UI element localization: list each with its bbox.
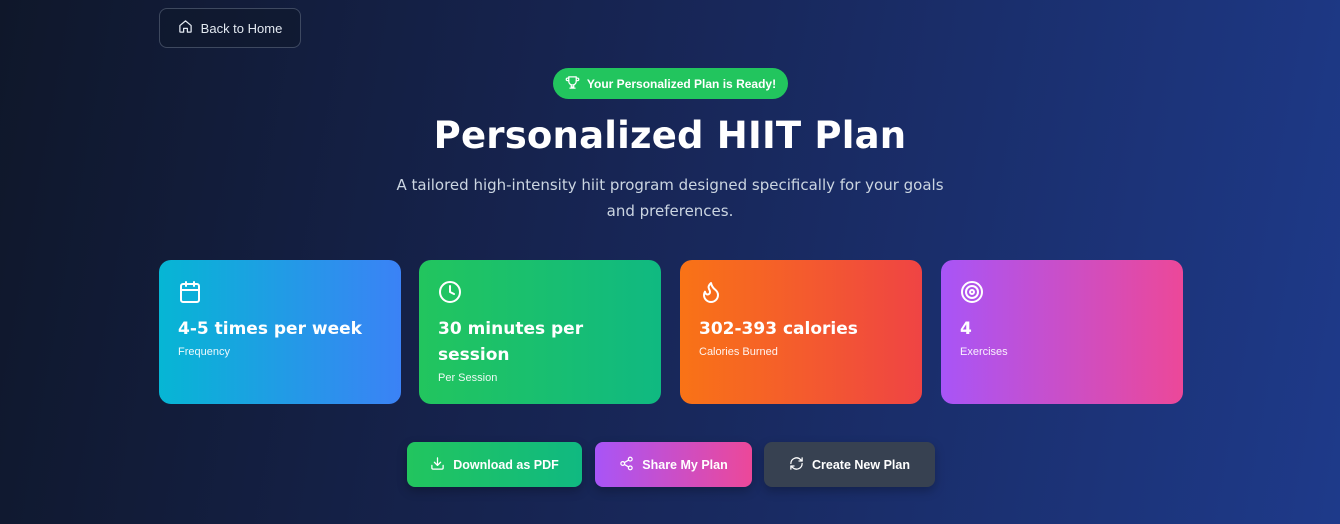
frequency-label: Frequency [178, 346, 230, 358]
frequency-value: 4-5 times per week [178, 319, 362, 339]
target-icon [960, 280, 984, 304]
session-value: 30 minutes per session [438, 319, 584, 365]
flame-icon [699, 280, 723, 304]
badge-label: Your Personalized Plan is Ready! [586, 76, 777, 91]
share-icon [619, 456, 634, 474]
calendar-icon [178, 280, 202, 304]
frequency-card: 4-5 times per week Frequency [159, 260, 401, 404]
home-icon [178, 19, 193, 37]
session-label: Per Session [438, 372, 498, 384]
clock-icon [438, 280, 462, 304]
exercises-value: 4 [960, 319, 972, 339]
download-pdf-button[interactable]: Download as PDF [407, 442, 582, 487]
back-to-home-label: Back to Home [200, 20, 283, 36]
share-plan-button[interactable]: Share My Plan [595, 442, 752, 487]
refresh-icon [789, 456, 804, 474]
calories-value: 302-393 calories [699, 319, 858, 339]
page-subtitle: A tailored high-intensity hiit program d… [396, 176, 944, 220]
back-to-home-button[interactable]: Back to Home [159, 8, 301, 48]
trophy-icon [565, 75, 580, 93]
download-icon [430, 456, 445, 474]
download-label: Download as PDF [453, 457, 559, 472]
exercises-card: 4 Exercises [941, 260, 1183, 404]
create-new-plan-button[interactable]: Create New Plan [764, 442, 935, 487]
calories-card: 302-393 calories Calories Burned [680, 260, 922, 404]
session-card: 30 minutes per session Per Session [419, 260, 661, 404]
exercises-label: Exercises [960, 346, 1008, 358]
plan-ready-badge: Your Personalized Plan is Ready! [553, 68, 788, 99]
create-label: Create New Plan [812, 457, 910, 472]
share-label: Share My Plan [642, 457, 728, 472]
calories-label: Calories Burned [699, 346, 778, 358]
page-title: Personalized HIIT Plan [433, 114, 907, 157]
